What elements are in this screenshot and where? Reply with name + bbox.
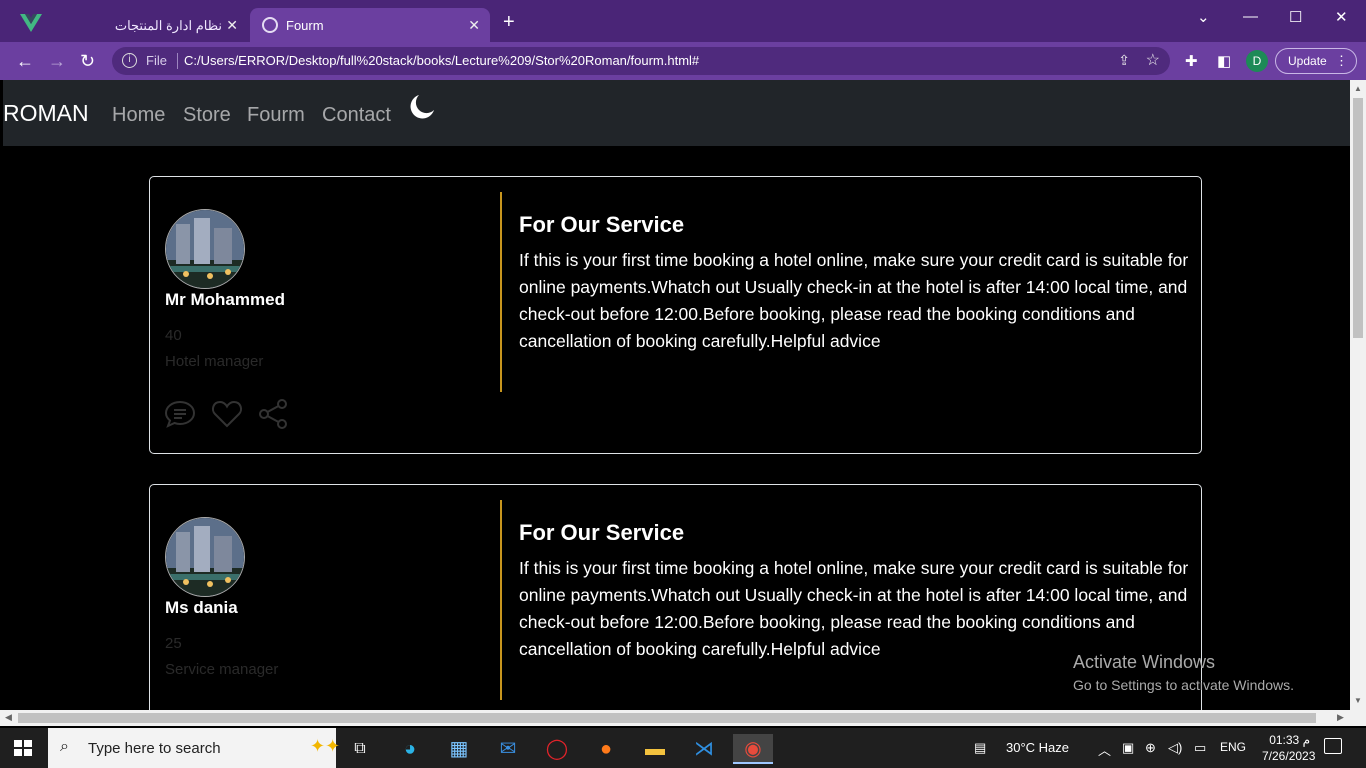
windows-taskbar: ⌕ Type here to search ✦✦ ⧉ ◕ ▦ ✉ ◯ ● ▬ ⋊…	[0, 728, 1366, 768]
browser-toolbar: ← → ↻ i File C:/Users/ERROR/Desktop/full…	[0, 42, 1366, 80]
store-icon[interactable]: ▦	[439, 734, 479, 764]
address-bar[interactable]: i File C:/Users/ERROR/Desktop/full%20sta…	[112, 47, 1170, 75]
bookmark-star-icon[interactable]: ☆	[1146, 50, 1160, 70]
scroll-thumb[interactable]	[18, 713, 1316, 723]
comment-icon[interactable]	[164, 399, 196, 429]
tab-products[interactable]: نظام ادارة المنتجات ✕	[58, 8, 248, 42]
scroll-up-icon[interactable]: ▲	[1354, 84, 1362, 93]
vue-logo-icon	[20, 14, 42, 32]
avatar	[165, 517, 245, 597]
vscode-icon[interactable]: ⋊	[684, 734, 724, 764]
side-panel-icon[interactable]: ◧	[1217, 52, 1231, 70]
horizontal-scrollbar[interactable]: ◀ ▶	[0, 710, 1366, 726]
info-icon[interactable]: i	[122, 53, 137, 68]
volume-icon[interactable]: ◁)	[1168, 740, 1182, 756]
scroll-thumb[interactable]	[1353, 98, 1363, 338]
notification-icon[interactable]	[1324, 738, 1342, 754]
weather-icon[interactable]: ▤	[974, 740, 986, 756]
tab-fourm[interactable]: Fourm ✕	[250, 8, 490, 42]
taskbar-search-input[interactable]: ⌕ Type here to search ✦✦	[48, 728, 340, 768]
opera-icon[interactable]: ◯	[537, 734, 577, 764]
author-age: 40	[165, 327, 182, 344]
windows-start-icon[interactable]	[14, 740, 32, 756]
chrome-icon[interactable]: ◉	[733, 734, 773, 764]
mail-icon[interactable]: ✉	[488, 734, 528, 764]
watermark-subtitle: Go to Settings to activate Windows.	[1073, 677, 1294, 693]
edge-icon[interactable]: ◕	[390, 734, 430, 764]
search-icon: ⌕	[60, 738, 69, 755]
language-indicator[interactable]: ENG	[1220, 740, 1246, 754]
battery-icon[interactable]: ▭	[1194, 740, 1206, 756]
file-explorer-icon[interactable]: ▬	[635, 734, 675, 764]
card-divider	[500, 192, 502, 392]
author-role: Hotel manager	[165, 353, 264, 370]
extensions-puzzle-icon[interactable]: ✚	[1185, 52, 1198, 70]
card-divider	[500, 500, 502, 700]
firefox-icon[interactable]: ●	[586, 734, 626, 764]
clock-time: 01:33 م	[1269, 733, 1310, 747]
avatar	[165, 209, 245, 289]
scheme-label: File	[146, 53, 167, 68]
scroll-down-icon[interactable]: ▼	[1354, 696, 1362, 705]
share-icon[interactable]: ⇪	[1118, 52, 1130, 69]
nav-contact[interactable]: Contact	[322, 104, 391, 127]
weather-text[interactable]: 30°C Haze	[1006, 740, 1069, 755]
tab-title: Fourm	[286, 18, 324, 33]
brand-logo[interactable]: ROMAN	[3, 100, 89, 127]
tray-chevron-icon[interactable]: ︿	[1098, 740, 1111, 759]
author-name: Ms dania	[165, 598, 238, 617]
task-view-icon[interactable]: ⧉	[340, 734, 380, 764]
clock-date: 7/26/2023	[1262, 749, 1316, 763]
profile-avatar[interactable]: D	[1246, 50, 1268, 72]
back-arrow-icon[interactable]: ←	[16, 51, 34, 71]
update-label: Update	[1288, 54, 1327, 68]
heart-icon[interactable]	[211, 399, 243, 429]
minimize-button[interactable]: —	[1243, 8, 1258, 25]
omnibox-separator	[177, 53, 178, 69]
author-age: 25	[165, 635, 182, 652]
page-viewport: ROMAN Home Store Fourm Contact Mr Mohamm…	[0, 80, 1350, 710]
browser-tab-strip: نظام ادارة المنتجات ✕ Fourm ✕ + ⌄ — ☐ ✕	[0, 0, 1366, 42]
menu-dots-icon[interactable]: ⋮	[1335, 49, 1348, 73]
post-title: For Our Service	[519, 520, 685, 545]
hotel-photo-icon	[166, 210, 244, 288]
globe-icon	[262, 17, 278, 33]
scroll-left-icon[interactable]: ◀	[5, 712, 12, 723]
meet-icon[interactable]: ▣	[1122, 740, 1134, 756]
post-body: If this is your first time booking a hot…	[519, 558, 1189, 659]
activate-windows-watermark: Activate Windows Go to Settings to activ…	[1073, 652, 1294, 693]
author-role: Service manager	[165, 661, 279, 678]
post-title: For Our Service	[519, 212, 685, 237]
url-text[interactable]: C:/Users/ERROR/Desktop/full%20stack/book…	[184, 53, 699, 68]
tab-title: نظام ادارة المنتجات	[114, 18, 222, 33]
moon-icon[interactable]	[409, 94, 435, 120]
post-card: Mr Mohammed 40 Hotel manager For Our Ser…	[149, 176, 1202, 454]
search-placeholder: Type here to search	[88, 740, 221, 757]
new-tab-button[interactable]: +	[503, 12, 515, 32]
reload-icon[interactable]: ↻	[80, 51, 95, 71]
post-body: If this is your first time booking a hot…	[519, 250, 1189, 351]
tab-search-icon[interactable]: ⌄	[1197, 8, 1210, 26]
close-tab-icon[interactable]: ✕	[468, 17, 480, 34]
watermark-title: Activate Windows	[1073, 652, 1216, 672]
hotel-photo-icon	[166, 518, 244, 596]
nav-store[interactable]: Store	[183, 104, 231, 127]
forward-arrow-icon[interactable]: →	[48, 51, 66, 71]
nav-fourm[interactable]: Fourm	[247, 104, 305, 127]
close-tab-icon[interactable]: ✕	[226, 17, 238, 34]
post-card: Ms dania 25 Service manager For Our Serv…	[149, 484, 1202, 710]
scroll-right-icon[interactable]: ▶	[1337, 712, 1344, 723]
close-window-button[interactable]: ✕	[1335, 8, 1348, 26]
maximize-button[interactable]: ☐	[1289, 8, 1302, 26]
update-button[interactable]: Update ⋮	[1275, 48, 1357, 74]
nav-home[interactable]: Home	[112, 104, 165, 127]
site-navbar: ROMAN Home Store Fourm Contact	[3, 80, 1350, 146]
share-icon[interactable]	[258, 399, 290, 429]
network-icon[interactable]: ⊕	[1145, 740, 1156, 756]
vertical-scrollbar[interactable]: ▲ ▼	[1350, 80, 1366, 710]
author-name: Mr Mohammed	[165, 290, 285, 309]
system-clock[interactable]: 01:33 م 7/26/2023	[1262, 732, 1316, 764]
sparkle-icon: ✦✦	[310, 736, 341, 756]
